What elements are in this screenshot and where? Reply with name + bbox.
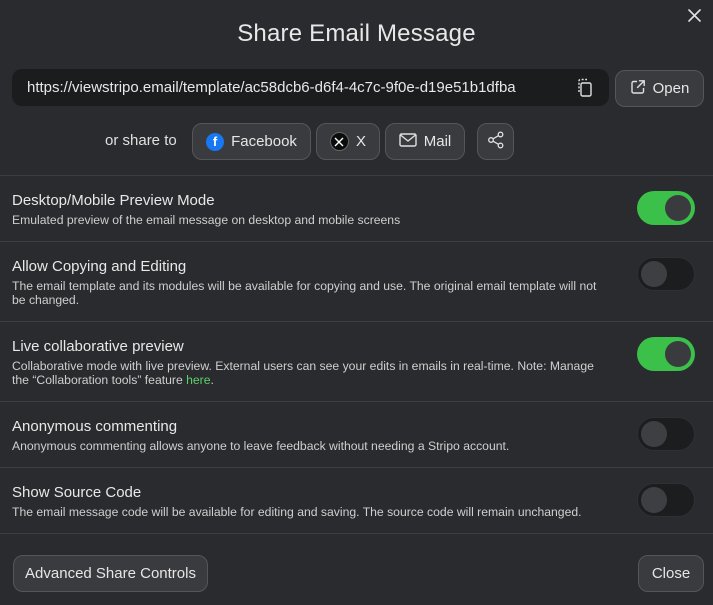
setting-preview-mode: Desktop/Mobile Preview Mode Emulated pre… bbox=[0, 175, 713, 241]
x-logo-icon bbox=[329, 132, 349, 151]
setting-source-code: Show Source Code The email message code … bbox=[0, 467, 713, 533]
setting-live-preview: Live collaborative preview Collaborative… bbox=[0, 321, 713, 401]
advanced-share-controls-button[interactable]: Advanced Share Controls bbox=[13, 555, 208, 592]
setting-title: Desktop/Mobile Preview Mode bbox=[12, 192, 215, 209]
share-url-field[interactable]: https://viewstripo.email/template/ac58dc… bbox=[12, 69, 609, 106]
setting-title: Allow Copying and Editing bbox=[12, 258, 187, 275]
open-button[interactable]: Open bbox=[615, 70, 704, 107]
setting-description: Emulated preview of the email message on… bbox=[12, 213, 401, 227]
share-url-text[interactable]: https://viewstripo.email/template/ac58dc… bbox=[27, 79, 575, 96]
setting-description: Collaborative mode with live preview. Ex… bbox=[12, 359, 594, 387]
facebook-icon: f bbox=[206, 132, 225, 151]
x-label: X bbox=[355, 133, 366, 150]
dialog-title: Share Email Message bbox=[237, 20, 476, 47]
setting-description: Anonymous commenting allows anyone to le… bbox=[12, 439, 510, 453]
share-to-label: or share to bbox=[105, 132, 177, 149]
share-facebook-button[interactable]: f Facebook bbox=[192, 123, 311, 160]
setting-title: Live collaborative preview bbox=[12, 338, 184, 355]
setting-title: Anonymous commenting bbox=[12, 418, 178, 435]
mail-label: Mail bbox=[423, 133, 452, 150]
share-icon bbox=[487, 131, 505, 153]
close-button[interactable]: Close bbox=[638, 555, 704, 592]
setting-anonymous-commenting: Anonymous commenting Anonymous commentin… bbox=[0, 401, 713, 467]
share-more-button[interactable] bbox=[477, 123, 514, 160]
source-code-toggle[interactable] bbox=[637, 483, 695, 517]
share-x-button[interactable]: X bbox=[316, 123, 380, 160]
preview-mode-toggle[interactable] bbox=[637, 191, 695, 225]
share-mail-button[interactable]: Mail bbox=[385, 123, 465, 160]
open-button-label: Open bbox=[652, 80, 690, 97]
live-preview-toggle[interactable] bbox=[637, 337, 695, 371]
setting-title: Show Source Code bbox=[12, 484, 142, 501]
mail-icon bbox=[399, 132, 417, 151]
setting-copy-editing: Allow Copying and Editing The email temp… bbox=[0, 241, 713, 321]
copy-icon[interactable] bbox=[575, 78, 595, 98]
anonymous-commenting-toggle[interactable] bbox=[637, 417, 695, 451]
collaboration-tools-link[interactable]: here bbox=[186, 373, 210, 387]
external-link-icon bbox=[630, 79, 646, 99]
setting-description: The email message code will be available… bbox=[12, 505, 582, 519]
copy-editing-toggle[interactable] bbox=[637, 257, 695, 291]
facebook-label: Facebook bbox=[231, 133, 297, 150]
setting-description: The email template and its modules will … bbox=[12, 279, 597, 307]
